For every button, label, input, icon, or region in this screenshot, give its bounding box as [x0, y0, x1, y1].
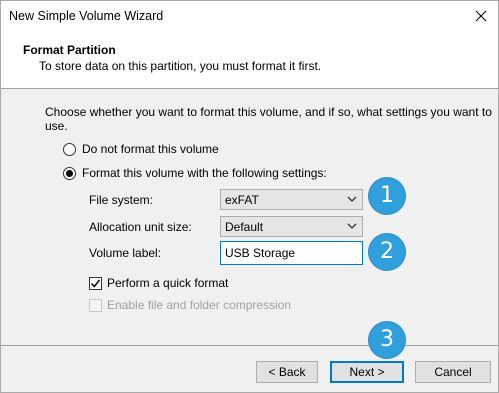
wizard-header: Format Partition To store data on this p…	[1, 31, 498, 89]
file-system-label: File system:	[89, 193, 154, 207]
step-badge-3: 3	[369, 322, 405, 358]
window-title: New Simple Volume Wizard	[9, 9, 164, 23]
file-system-dropdown[interactable]: exFAT	[220, 189, 363, 210]
radio-label: Format this volume with the following se…	[82, 166, 327, 180]
checkmark-icon	[90, 279, 101, 288]
wizard-window: New Simple Volume Wizard Format Partitio…	[0, 0, 499, 393]
allocation-unit-dropdown[interactable]: Default	[220, 216, 363, 237]
chevron-down-icon	[347, 223, 357, 229]
chevron-down-icon	[347, 196, 357, 202]
compression-label: Enable file and folder compression	[107, 298, 292, 312]
back-button[interactable]: < Back	[256, 361, 318, 383]
radio-button[interactable]	[63, 142, 76, 156]
radio-do-not-format[interactable]: Do not format this volume	[63, 142, 219, 156]
radio-label: Do not format this volume	[82, 142, 219, 156]
quick-format-checkbox[interactable]	[89, 276, 102, 290]
radio-button-selected[interactable]	[63, 166, 76, 180]
title-bar: New Simple Volume Wizard	[1, 1, 498, 31]
footer-divider	[1, 345, 498, 346]
allocation-unit-value: Default	[225, 220, 264, 234]
close-button[interactable]	[467, 5, 495, 27]
quick-format-option[interactable]: Perform a quick format	[89, 276, 228, 290]
instruction-text: Choose whether you want to format this v…	[45, 105, 492, 133]
step-badge-1: 1	[369, 178, 405, 214]
compression-option: Enable file and folder compression	[89, 298, 291, 312]
quick-format-label: Perform a quick format	[107, 276, 229, 290]
page-title: Format Partition	[23, 43, 116, 57]
close-icon	[475, 10, 487, 22]
radio-format-volume[interactable]: Format this volume with the following se…	[63, 166, 327, 180]
page-subtitle: To store data on this partition, you mus…	[39, 59, 322, 73]
file-system-value: exFAT	[225, 193, 259, 207]
volume-label-input[interactable]	[220, 241, 363, 265]
volume-label-label: Volume label:	[89, 246, 162, 260]
allocation-unit-label: Allocation unit size:	[89, 220, 192, 234]
cancel-button[interactable]: Cancel	[415, 361, 491, 383]
step-badge-2: 2	[369, 234, 405, 270]
compression-checkbox	[89, 298, 102, 312]
next-button[interactable]: Next >	[330, 361, 404, 383]
